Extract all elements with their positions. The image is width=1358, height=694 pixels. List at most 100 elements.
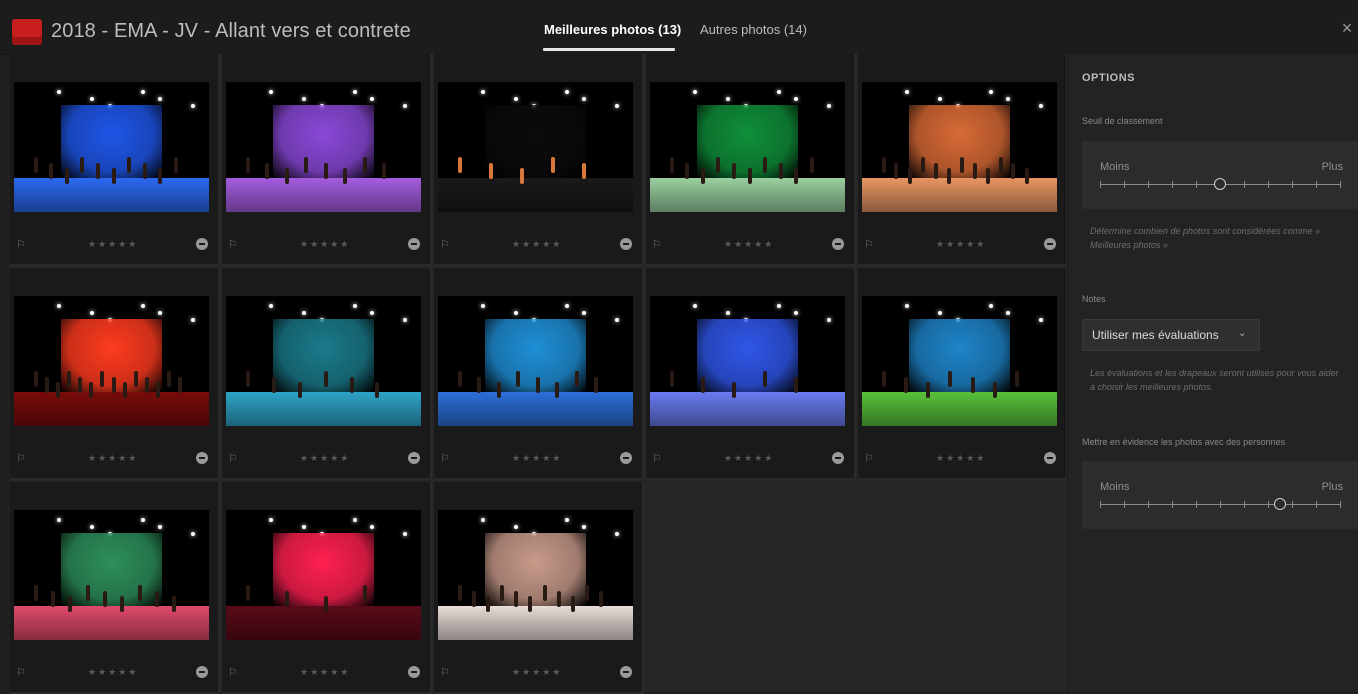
star-rating[interactable]: ★★★★★: [88, 667, 138, 678]
dancer-figure: [594, 376, 598, 393]
dancer-figure: [778, 162, 783, 179]
flag-icon[interactable]: ⚐: [652, 239, 662, 251]
star-rating[interactable]: ★★★★★: [512, 667, 562, 678]
reject-icon[interactable]: [408, 238, 420, 250]
ratings-dropdown[interactable]: Utiliser mes évaluations ⌄: [1082, 319, 1260, 351]
dancer-figure: [500, 585, 505, 602]
flag-icon[interactable]: ⚐: [864, 239, 874, 251]
dancer-figure: [894, 162, 899, 179]
flag-icon[interactable]: ⚐: [440, 667, 450, 679]
stage-light: [582, 311, 587, 316]
stage-backdrop: [60, 105, 163, 179]
photo-thumbnail[interactable]: ⚐ ★★★★★: [858, 54, 1068, 266]
slider-tick: [1244, 181, 1245, 188]
photo-thumbnail[interactable]: ⚐ ★★★★★: [434, 268, 644, 480]
photo-thumbnail[interactable]: ⚐ ★★★★★: [222, 54, 432, 266]
dancer-figure: [998, 157, 1003, 174]
flag-icon[interactable]: ⚐: [440, 453, 450, 465]
star-rating[interactable]: ★★★★★: [300, 667, 350, 678]
dancer-figure: [457, 371, 462, 388]
photo-footer: ⚐ ★★★★★: [646, 236, 854, 256]
people-slider[interactable]: [1100, 498, 1341, 510]
reject-icon[interactable]: [832, 452, 844, 464]
stage-floor: [14, 606, 209, 640]
star-rating[interactable]: ★★★★★: [88, 239, 138, 250]
stage-floor: [438, 392, 633, 426]
reject-icon[interactable]: [620, 452, 632, 464]
dancer-figure: [50, 590, 55, 607]
star-rating[interactable]: ★★★★★: [512, 239, 562, 250]
reject-icon[interactable]: [408, 452, 420, 464]
star-rating[interactable]: ★★★★★: [512, 453, 562, 464]
dancer-figure: [154, 590, 159, 607]
reject-icon[interactable]: [1044, 452, 1056, 464]
photo-thumbnail[interactable]: ⚐ ★★★★★: [222, 268, 432, 480]
photo-thumbnail[interactable]: ⚐ ★★★★★: [646, 268, 856, 480]
star-rating[interactable]: ★★★★★: [724, 453, 774, 464]
reject-icon[interactable]: [196, 452, 208, 464]
reject-icon[interactable]: [408, 666, 420, 678]
threshold-slider[interactable]: [1100, 178, 1341, 190]
dancer-figure: [122, 381, 127, 398]
dancer-figure: [920, 157, 925, 174]
star-rating[interactable]: ★★★★★: [724, 239, 774, 250]
flag-icon[interactable]: ⚐: [16, 453, 26, 465]
dancer-figure: [85, 585, 90, 602]
flag-icon[interactable]: ⚐: [652, 453, 662, 465]
photo-thumbnail[interactable]: ⚐ ★★★★★: [10, 482, 220, 694]
star-rating[interactable]: ★★★★★: [88, 453, 138, 464]
photo-thumbnail[interactable]: ⚐ ★★★★★: [646, 54, 856, 266]
flag-icon[interactable]: ⚐: [228, 239, 238, 251]
dancer-figure: [488, 162, 493, 179]
photo-image: [862, 296, 1057, 426]
stage-light: [564, 517, 569, 522]
stage-light: [370, 525, 375, 530]
flag-icon[interactable]: ⚐: [16, 239, 26, 251]
reject-icon[interactable]: [620, 666, 632, 678]
slider-thumb[interactable]: [1274, 498, 1286, 510]
dancer-figure: [323, 162, 328, 179]
star-rating[interactable]: ★★★★★: [300, 239, 350, 250]
dancer-figure: [95, 162, 100, 179]
flag-icon[interactable]: ⚐: [228, 453, 238, 465]
photo-thumbnail[interactable]: ⚐ ★★★★★: [10, 54, 220, 266]
flag-icon[interactable]: ⚐: [228, 667, 238, 679]
dancer-figure: [574, 371, 579, 388]
photo-footer: ⚐ ★★★★★: [858, 236, 1066, 256]
reject-icon[interactable]: [1044, 238, 1056, 250]
photo-thumbnail[interactable]: ⚐ ★★★★★: [434, 482, 644, 694]
photo-thumbnail[interactable]: ⚐ ★★★★★: [10, 268, 220, 480]
star-rating[interactable]: ★★★★★: [300, 453, 350, 464]
stage-light: [90, 97, 95, 102]
star-rating[interactable]: ★★★★★: [936, 453, 986, 464]
slider-tick: [1124, 181, 1125, 188]
photo-thumbnail[interactable]: ⚐ ★★★★★: [858, 268, 1068, 480]
flag-icon[interactable]: ⚐: [864, 453, 874, 465]
slider-tick: [1244, 501, 1245, 508]
stage-light: [615, 318, 620, 323]
reject-icon[interactable]: [196, 238, 208, 250]
dancer-figure: [794, 167, 799, 184]
dancer-figure: [142, 162, 147, 179]
photo-image: [14, 82, 209, 212]
flag-icon[interactable]: ⚐: [440, 239, 450, 251]
stage-light: [140, 89, 145, 94]
reject-icon[interactable]: [832, 238, 844, 250]
photo-thumbnail[interactable]: ⚐ ★★★★★: [434, 54, 644, 266]
photo-thumbnail[interactable]: ⚐ ★★★★★: [222, 482, 432, 694]
star-rating[interactable]: ★★★★★: [936, 239, 986, 250]
stage-light: [158, 97, 163, 102]
reject-icon[interactable]: [620, 238, 632, 250]
photo-footer: ⚐ ★★★★★: [434, 664, 642, 684]
slider-thumb[interactable]: [1214, 178, 1226, 190]
dancer-figure: [471, 590, 476, 607]
reject-icon[interactable]: [196, 666, 208, 678]
tab-other-photos[interactable]: Autres photos (14): [700, 22, 807, 37]
tab-best-photos[interactable]: Meilleures photos (13): [544, 22, 681, 37]
dancer-figure: [271, 376, 276, 393]
flag-icon[interactable]: ⚐: [16, 667, 26, 679]
dancer-figure: [516, 371, 520, 388]
close-button[interactable]: ×: [1338, 18, 1356, 40]
threshold-slider-box: Moins Plus: [1082, 141, 1358, 209]
stage-light: [90, 311, 95, 316]
